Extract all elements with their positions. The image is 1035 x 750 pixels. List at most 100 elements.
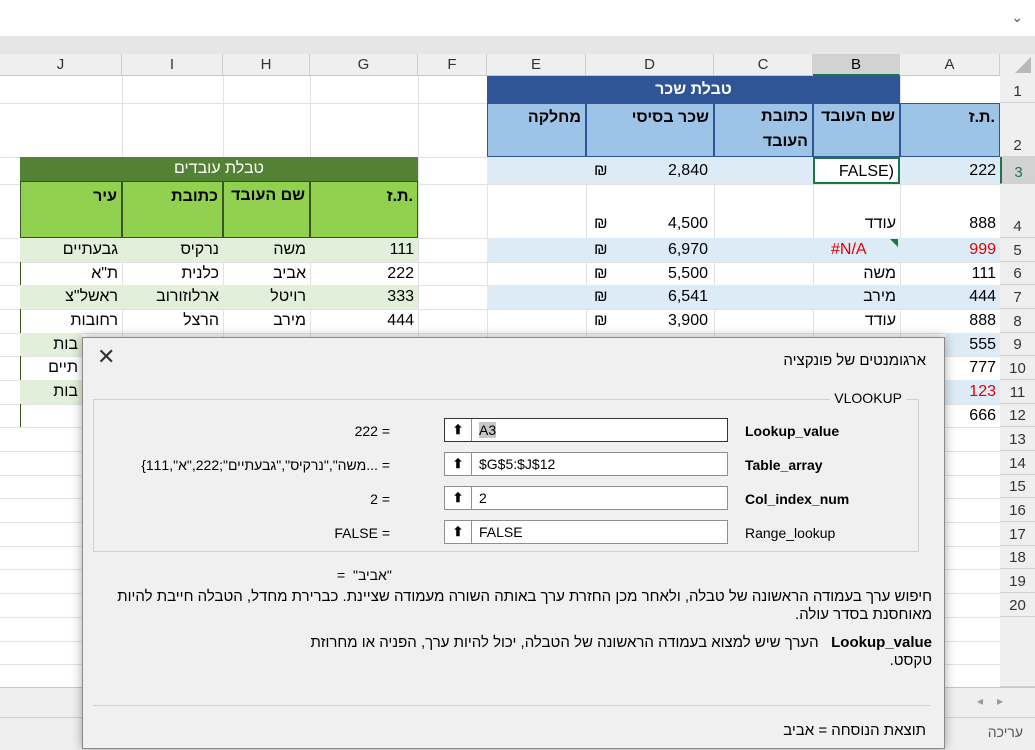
salary-table-title[interactable]: טבלת שכר	[487, 76, 900, 103]
row-header-18[interactable]: 18	[1000, 546, 1035, 569]
arg-name-range-lookup: Range_lookup	[745, 525, 836, 541]
cell-a3[interactable]: 222	[900, 157, 1000, 184]
row-header-21[interactable]	[1000, 617, 1035, 687]
currency-symbol: ₪	[594, 288, 608, 305]
emp-cell-address[interactable]: הרצל	[122, 309, 223, 333]
cell-a7[interactable]: 444	[900, 285, 1000, 309]
cell-b7[interactable]: מירב	[813, 285, 900, 309]
emp-cell-name[interactable]: מירב	[223, 309, 310, 333]
row-header-4[interactable]: 4	[1000, 184, 1035, 238]
collapse-dialog-icon[interactable]: ⬆	[445, 521, 472, 543]
cell-b4[interactable]: עודד	[813, 184, 900, 238]
header-employee-name[interactable]: שם העובד	[813, 103, 900, 157]
emp-header-name[interactable]: שם העובד	[223, 181, 310, 238]
error-indicator-icon	[890, 239, 898, 247]
row-header-6[interactable]: 6	[1000, 262, 1035, 285]
emp-header-id[interactable]: ת.ז.	[310, 181, 418, 238]
column-header-c[interactable]: C	[714, 54, 813, 76]
emp-cell-city-partial[interactable]: בות	[20, 333, 82, 356]
row-header-17[interactable]: 17	[1000, 522, 1035, 546]
header-id[interactable]: ת.ז.	[900, 103, 1000, 157]
column-header-e[interactable]: E	[487, 54, 586, 76]
row-header-19[interactable]: 19	[1000, 569, 1035, 593]
cell-a9[interactable]: 555	[945, 333, 1000, 356]
cell-a6[interactable]: 111	[900, 262, 1000, 285]
collapse-dialog-icon[interactable]: ⬆	[445, 419, 472, 441]
cell-a5[interactable]: 999	[900, 238, 1000, 262]
row-header-5[interactable]: 5	[1000, 238, 1035, 262]
employees-table-title[interactable]: טבלת עובדים	[20, 157, 418, 181]
column-header-a[interactable]: A	[900, 54, 1000, 76]
row-header-1[interactable]: 1	[1000, 76, 1035, 103]
emp-cell-name[interactable]: אביב	[223, 262, 310, 285]
emp-header-city[interactable]: עיר	[20, 181, 122, 238]
formula-bar[interactable]: ⌄	[0, 0, 1035, 37]
table-array-input[interactable]: ⬆ $G$5:$J$12	[444, 452, 728, 476]
row-header-9[interactable]: 9	[1000, 333, 1035, 356]
collapse-dialog-icon[interactable]: ⬆	[445, 453, 472, 475]
emp-header-address[interactable]: כתובת	[122, 181, 223, 238]
emp-cell-id[interactable]: 222	[310, 262, 418, 285]
cell-a8[interactable]: 888	[900, 309, 1000, 333]
function-group: VLOOKUP Lookup_value ⬆ A3 222 = Table_ar…	[93, 390, 919, 552]
row-header-3[interactable]: 3	[1000, 157, 1035, 184]
arg-name-col-index-num: Col_index_num	[745, 491, 850, 507]
emp-cell-city[interactable]: ת"א	[20, 262, 122, 285]
row-header-16[interactable]: 16	[1000, 498, 1035, 522]
row-header-14[interactable]: 14	[1000, 451, 1035, 475]
row-header-20[interactable]: 20	[1000, 593, 1035, 617]
emp-cell-name[interactable]: רויטל	[223, 285, 310, 309]
cell-b3-active[interactable]: FALSE)	[813, 157, 900, 184]
col-index-num-input[interactable]: ⬆ 2	[444, 486, 728, 510]
header-department[interactable]: מחלקה	[487, 103, 586, 157]
cell-b6[interactable]: משה	[813, 262, 900, 285]
header-employee-address[interactable]: כתובת העובד	[714, 103, 813, 157]
status-mode: עריכה	[987, 724, 1023, 740]
header-base-salary[interactable]: שכר בסיסי	[586, 103, 714, 157]
currency-symbol: ₪	[594, 241, 608, 258]
collapse-dialog-icon[interactable]: ⬆	[445, 487, 472, 509]
column-header-h[interactable]: H	[223, 54, 310, 76]
emp-cell-name[interactable]: משה	[223, 238, 310, 262]
column-header-b[interactable]: B	[813, 54, 900, 76]
range-lookup-input[interactable]: ⬆ FALSE	[444, 520, 728, 544]
emp-cell-city[interactable]: ראשל"צ	[20, 285, 122, 309]
emp-cell-id[interactable]: 333	[310, 285, 418, 309]
cell-a12[interactable]: 666	[945, 404, 1000, 427]
lookup-value-input[interactable]: ⬆ A3	[444, 418, 728, 442]
sheet-scroll-arrows-icon[interactable]: ◂▸	[977, 694, 1017, 708]
cell-a10[interactable]: 777	[945, 356, 1000, 380]
column-header-f[interactable]: F	[418, 54, 487, 76]
row-header-12[interactable]: 12	[1000, 404, 1035, 427]
emp-cell-city[interactable]: רחובות	[20, 309, 122, 333]
emp-cell-city[interactable]: גבעתיים	[20, 238, 122, 262]
row-header-15[interactable]: 15	[1000, 475, 1035, 498]
cell-b5-error[interactable]: #N/A	[813, 238, 900, 262]
row-header-11[interactable]: 11	[1000, 380, 1035, 404]
select-all-corner[interactable]	[1000, 54, 1035, 77]
expand-formula-bar-icon[interactable]: ⌄	[1011, 9, 1023, 26]
function-arguments-dialog[interactable]: ארגומנטים של פונקציה ✕ VLOOKUP Lookup_va…	[82, 337, 945, 749]
emp-cell-city-partial[interactable]: תיים	[20, 356, 82, 380]
row-header-8[interactable]: 8	[1000, 309, 1035, 333]
close-icon[interactable]: ✕	[97, 344, 115, 370]
column-header-j[interactable]: J	[0, 54, 122, 76]
arg-name-table-array: Table_array	[745, 457, 823, 473]
emp-cell-id[interactable]: 444	[310, 309, 418, 333]
emp-cell-id[interactable]: 111	[310, 238, 418, 262]
cell-a11[interactable]: 123	[945, 380, 1000, 404]
row-header-7[interactable]: 7	[1000, 285, 1035, 309]
row-header-2[interactable]: 2	[1000, 103, 1035, 157]
column-header-d[interactable]: D	[586, 54, 714, 76]
row-header-13[interactable]: 13	[1000, 427, 1035, 451]
cell-b8[interactable]: עודד	[813, 309, 900, 333]
emp-cell-city-partial[interactable]: בות	[20, 380, 82, 404]
row-header-10[interactable]: 10	[1000, 356, 1035, 380]
emp-cell-address[interactable]: ארלוזורוב	[122, 285, 223, 309]
column-header-g[interactable]: G	[310, 54, 418, 76]
column-header-i[interactable]: I	[122, 54, 223, 76]
currency-symbol: ₪	[594, 162, 608, 179]
emp-cell-address[interactable]: כלנית	[122, 262, 223, 285]
cell-a4[interactable]: 888	[900, 184, 1000, 238]
emp-cell-address[interactable]: נרקיס	[122, 238, 223, 262]
